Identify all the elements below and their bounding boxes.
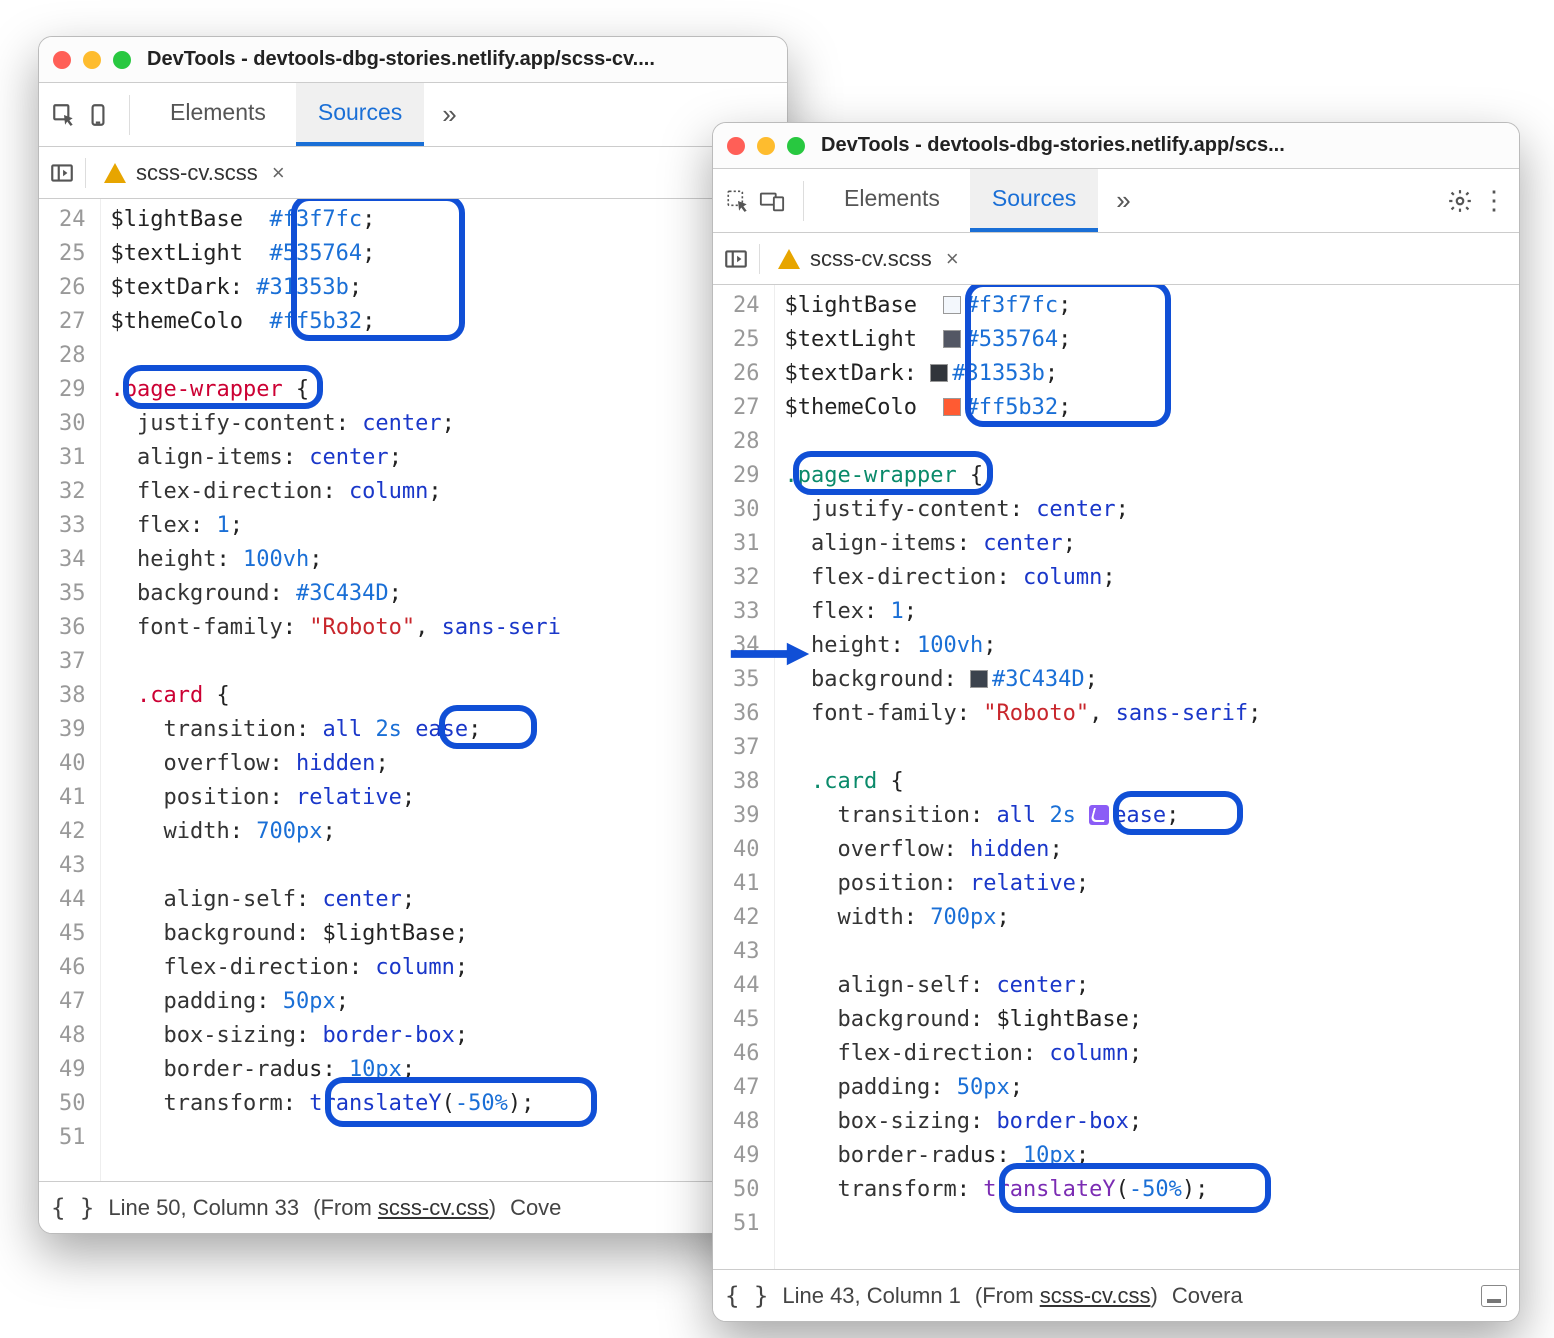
format-icon[interactable]: { } [51,1194,94,1222]
warning-icon [778,249,800,269]
source-link[interactable]: scss-cv.css [1040,1283,1151,1308]
file-tab[interactable]: scss-cv.scss × [96,160,293,186]
source-from: (From scss-cv.css) [313,1195,496,1221]
maximize-icon[interactable] [113,51,131,69]
color-swatch[interactable] [943,398,961,416]
navigator-toggle-icon[interactable] [723,246,749,272]
line-gutter: 2425262728293031323334353637383940414243… [39,199,101,1181]
file-name: scss-cv.scss [810,246,932,272]
devtools-window-left: DevTools - devtools-dbg-stories.netlify.… [38,36,788,1234]
coverage-label: Covera [1172,1283,1243,1309]
more-tabs-icon[interactable]: » [432,99,466,130]
titlebar: DevTools - devtools-dbg-stories.netlify.… [713,123,1519,169]
main-toolbar: Elements Sources » ⋮ [713,169,1519,233]
tab-elements[interactable]: Elements [822,169,962,232]
device-icon[interactable] [759,188,785,214]
window-title: DevTools - devtools-dbg-stories.netlify.… [821,134,1285,157]
window-title: DevTools - devtools-dbg-stories.netlify.… [147,48,655,71]
maximize-icon[interactable] [787,137,805,155]
source-link[interactable]: scss-cv.css [378,1195,489,1220]
code-editor[interactable]: 2425262728293031323334353637383940414243… [39,199,787,1181]
code-editor[interactable]: 2425262728293031323334353637383940414243… [713,285,1519,1269]
close-tab-icon[interactable]: × [946,246,959,272]
traffic-lights [727,137,805,155]
minimize-icon[interactable] [83,51,101,69]
file-tab-bar: scss-cv.scss × [713,233,1519,285]
kebab-icon[interactable]: ⋮ [1481,188,1507,214]
warning-icon [104,163,126,183]
color-swatch[interactable] [930,364,948,382]
file-name: scss-cv.scss [136,160,258,186]
status-bar: { } Line 50, Column 33 (From scss-cv.css… [39,1181,787,1233]
cursor-position: Line 50, Column 33 [108,1195,299,1221]
line-gutter: 2425262728293031323334353637383940414243… [713,285,775,1269]
status-bar: { } Line 43, Column 1 (From scss-cv.css)… [713,1269,1519,1321]
coverage-label: Cove [510,1195,561,1221]
code-area[interactable]: $lightBase #f3f7fc;$textLight #535764;$t… [775,285,1270,1269]
titlebar: DevTools - devtools-dbg-stories.netlify.… [39,37,787,83]
close-icon[interactable] [727,137,745,155]
file-tab[interactable]: scss-cv.scss × [770,246,967,272]
cursor-position: Line 43, Column 1 [782,1283,961,1309]
console-drawer-icon[interactable] [1481,1285,1507,1307]
more-tabs-icon[interactable]: » [1106,185,1140,216]
device-icon[interactable] [85,102,111,128]
inspect-icon[interactable] [51,102,77,128]
source-from: (From scss-cv.css) [975,1283,1158,1309]
minimize-icon[interactable] [757,137,775,155]
traffic-lights [53,51,131,69]
tab-sources[interactable]: Sources [970,169,1098,232]
settings-icon[interactable] [1447,188,1473,214]
file-tab-bar: scss-cv.scss × [39,147,787,199]
color-swatch[interactable] [970,670,988,688]
navigator-toggle-icon[interactable] [49,160,75,186]
tab-sources[interactable]: Sources [296,83,424,146]
format-icon[interactable]: { } [725,1282,768,1310]
devtools-window-right: DevTools - devtools-dbg-stories.netlify.… [712,122,1520,1322]
color-swatch[interactable] [943,296,961,314]
close-icon[interactable] [53,51,71,69]
main-toolbar: Elements Sources » [39,83,787,147]
tab-elements[interactable]: Elements [148,83,288,146]
arrow-icon [700,640,840,668]
inspect-icon[interactable] [725,188,751,214]
bezier-swatch[interactable] [1089,805,1109,825]
color-swatch[interactable] [943,330,961,348]
close-tab-icon[interactable]: × [272,160,285,186]
code-area[interactable]: $lightBase #f3f7fc;$textLight #535764;$t… [101,199,569,1181]
